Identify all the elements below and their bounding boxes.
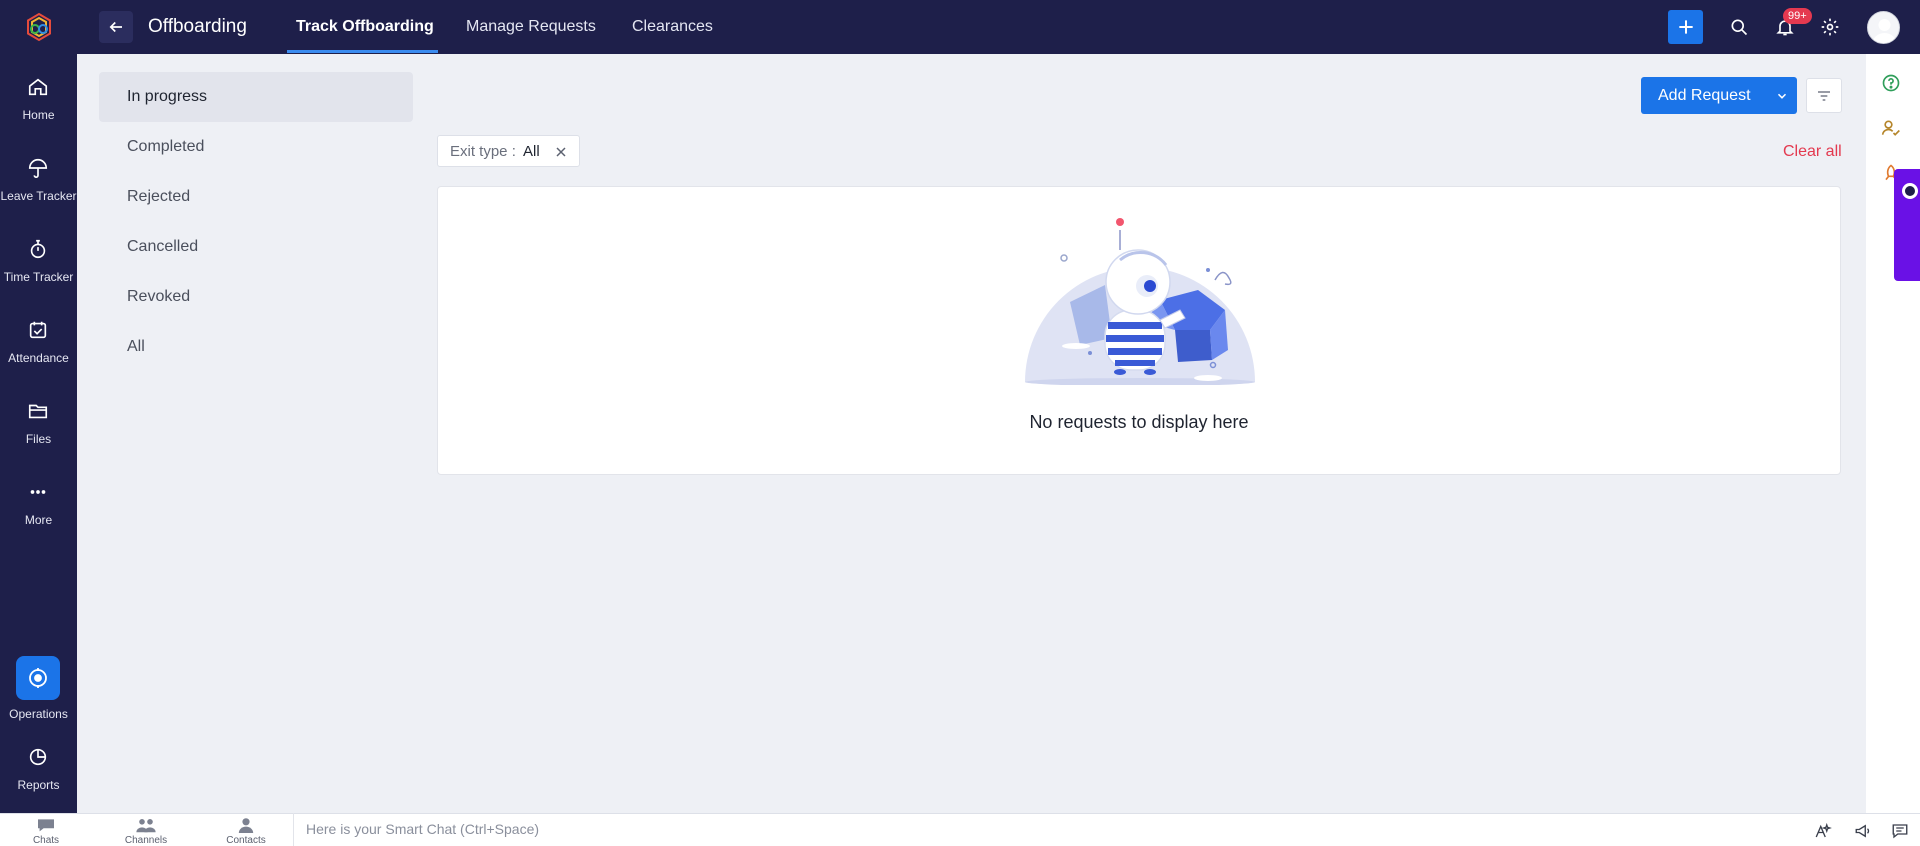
group-icon (136, 819, 156, 833)
nav-label: More (24, 513, 53, 527)
bottom-item-label: Channels (124, 835, 168, 846)
clear-all-link[interactable]: Clear all (1783, 143, 1842, 161)
status-filter-revoked[interactable]: Revoked (99, 272, 413, 322)
exit-type-filter-chip: Exit type : All (437, 135, 580, 167)
person-icon (238, 818, 254, 833)
search-icon (1731, 19, 1748, 36)
chip-key: Exit type : (450, 143, 516, 160)
search-button[interactable] (1726, 14, 1752, 40)
umbrella-icon (23, 153, 53, 183)
ai-assistant-icon[interactable] (1813, 821, 1833, 841)
filter-icon (1818, 90, 1830, 101)
gear-icon (1821, 18, 1839, 36)
tab-manage-requests[interactable]: Manage Requests (466, 18, 596, 36)
nav-label: Reports (17, 778, 60, 792)
app-logo[interactable] (24, 12, 54, 42)
more-icon (23, 477, 53, 507)
module-title: Offboarding (148, 16, 247, 37)
status-filter-all[interactable]: All (99, 322, 413, 372)
button-divider (1768, 86, 1769, 105)
close-icon[interactable] (553, 144, 569, 160)
stopwatch-icon (23, 234, 53, 264)
megaphone-icon[interactable] (1853, 821, 1873, 841)
bottom-item-contacts[interactable]: Contacts (216, 814, 276, 846)
bottom-item-channels[interactable]: Channels (116, 814, 176, 846)
bottom-item-label: Chats (32, 835, 60, 846)
promo-side-tab[interactable] (1894, 169, 1920, 281)
nav-item-home[interactable]: Home (0, 72, 77, 144)
help-icon[interactable] (1878, 70, 1904, 96)
calendar-check-icon (23, 315, 53, 345)
smart-chat-input[interactable]: Here is your Smart Chat (Ctrl+Space) (293, 813, 1793, 846)
status-filter-cancelled[interactable]: Cancelled (99, 222, 413, 272)
nav-label: Leave Tracker (0, 189, 77, 203)
nav-label: Time Tracker (3, 270, 74, 284)
nav-item-files[interactable]: Files (0, 396, 77, 468)
nav-item-time-tracker[interactable]: Time Tracker (0, 234, 77, 306)
user-avatar[interactable] (1867, 11, 1900, 44)
bottom-item-label: Contacts (226, 835, 266, 846)
left-navigation: Home Leave Tracker Time Tracker Attendan… (0, 0, 77, 813)
status-filter-completed[interactable]: Completed (99, 122, 413, 172)
tab-clearances[interactable]: Clearances (632, 18, 713, 36)
home-icon (23, 72, 53, 102)
top-bar: Offboarding Track Offboarding Manage Req… (77, 0, 1920, 54)
quick-add-button[interactable] (1668, 10, 1703, 44)
filter-button[interactable] (1806, 78, 1842, 113)
people-check-icon[interactable] (1878, 115, 1904, 141)
nav-label: Files (25, 432, 52, 446)
nav-label: Operations (9, 707, 68, 721)
nav-item-operations[interactable]: Operations (0, 656, 77, 734)
active-tab-indicator (287, 50, 438, 53)
add-request-label: Add Request (1658, 87, 1751, 104)
nav-item-attendance[interactable]: Attendance (0, 315, 77, 387)
tab-track-offboarding[interactable]: Track Offboarding (296, 18, 434, 36)
back-button[interactable] (99, 11, 133, 43)
empty-state-message: No requests to display here (1029, 412, 1249, 432)
message-list-icon[interactable] (1890, 821, 1910, 841)
folder-icon (23, 396, 53, 426)
add-request-button[interactable]: Add Request (1641, 77, 1797, 114)
notification-badge: 99+ (1783, 8, 1812, 24)
nav-item-leave-tracker[interactable]: Leave Tracker (0, 153, 77, 225)
nav-label: Home (22, 108, 55, 122)
status-filter-rejected[interactable]: Rejected (99, 172, 413, 222)
status-filter-in-progress[interactable]: In progress (99, 72, 413, 122)
arrow-left-icon (109, 21, 122, 33)
empty-state-illustration (1020, 210, 1260, 386)
nav-item-more[interactable]: More (0, 477, 77, 549)
chat-bubble-icon (38, 819, 54, 832)
pie-chart-icon (23, 742, 53, 772)
chip-value: All (523, 143, 540, 160)
operations-icon (16, 656, 60, 700)
nav-label: Attendance (8, 351, 69, 365)
chevron-down-icon[interactable] (1775, 89, 1789, 108)
bottom-item-chats[interactable]: Chats (16, 814, 76, 846)
nav-item-reports[interactable]: Reports (0, 742, 77, 814)
plus-icon (1678, 20, 1693, 34)
settings-button[interactable] (1817, 14, 1843, 40)
